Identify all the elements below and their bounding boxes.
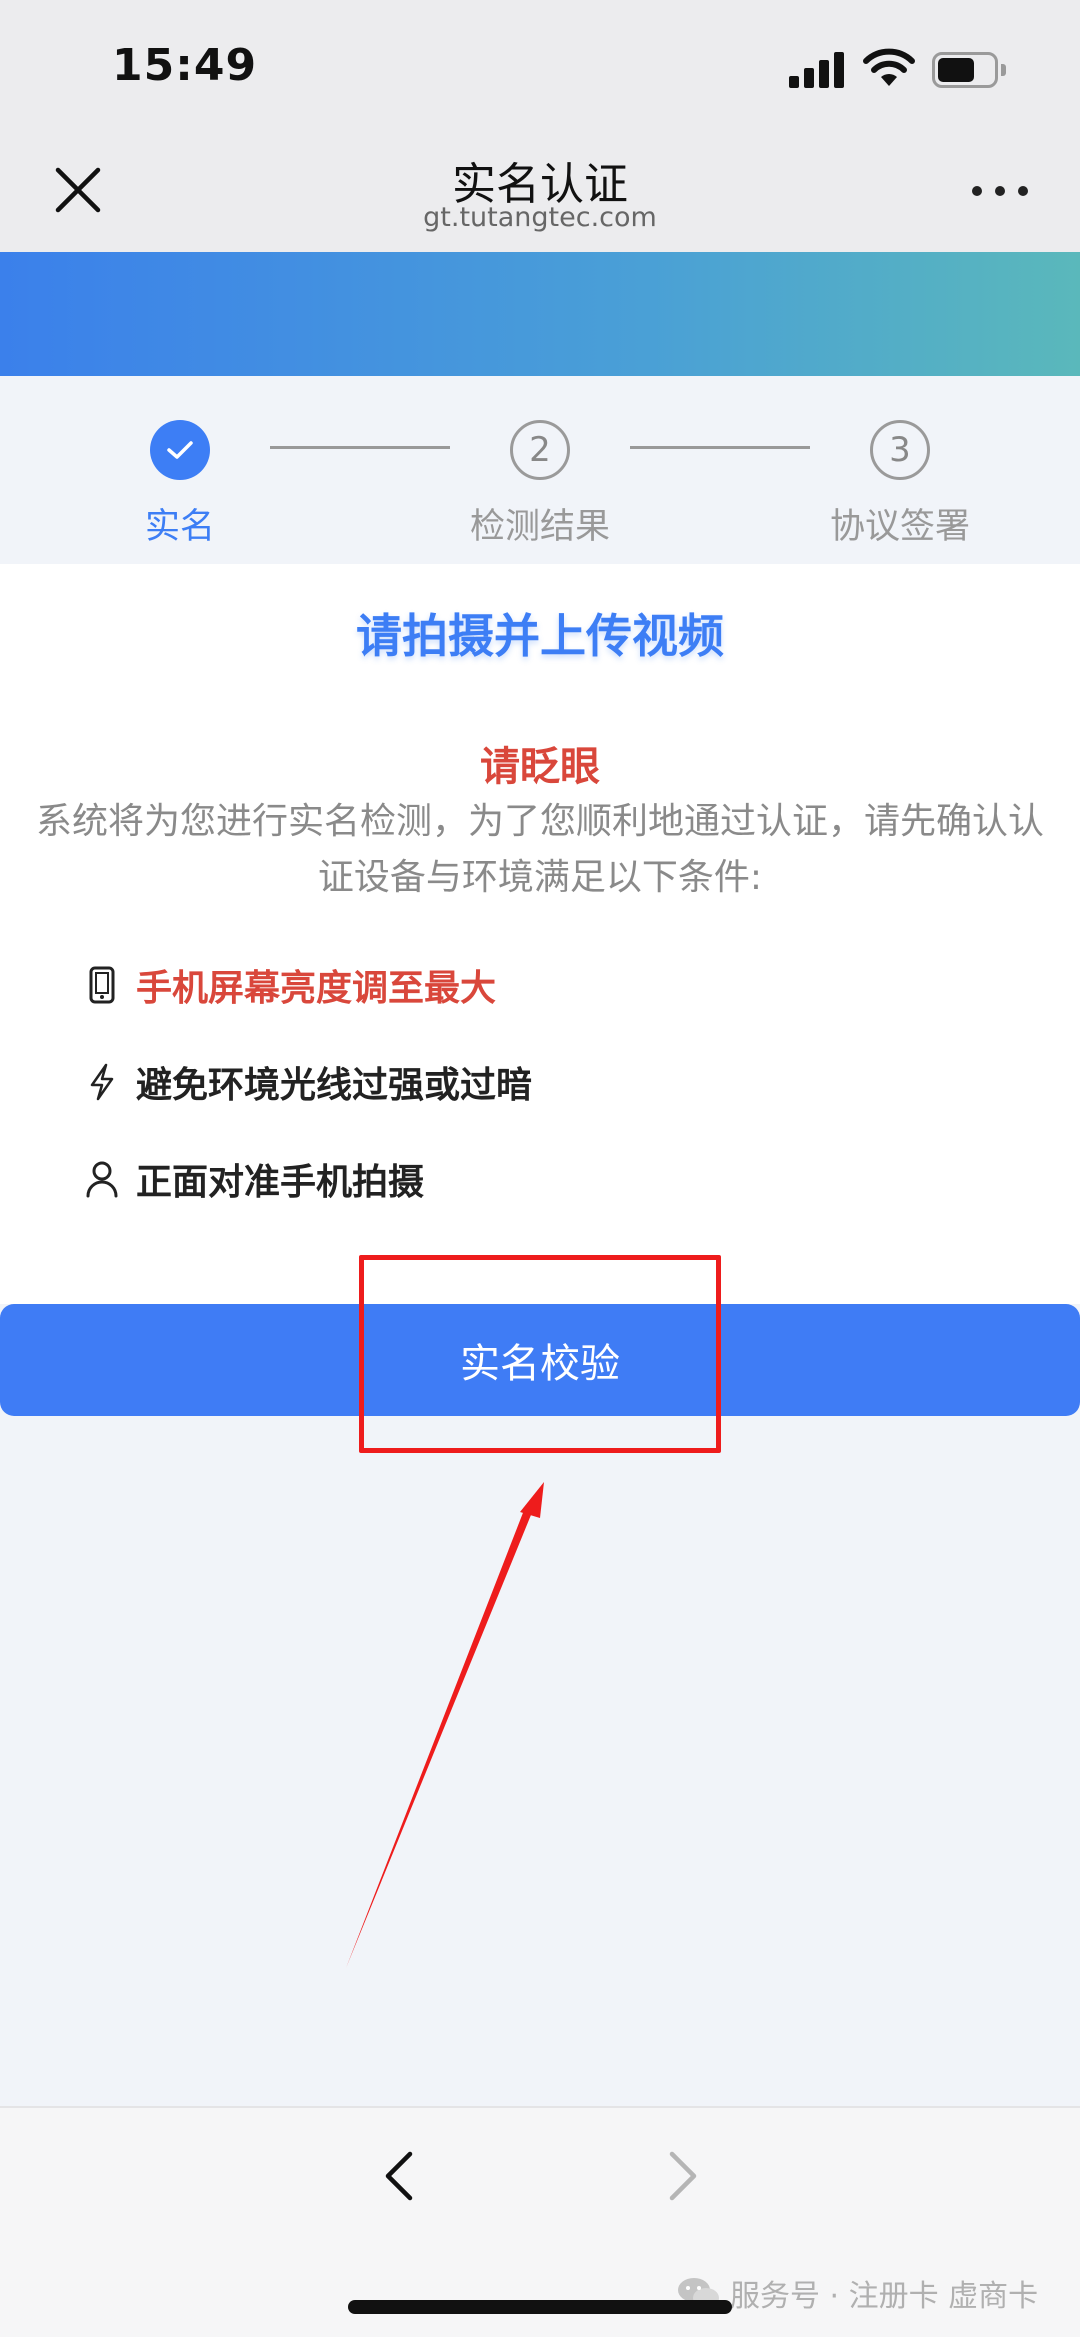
annotation-highlight-box bbox=[359, 1255, 721, 1453]
check-icon bbox=[150, 420, 210, 480]
condition-text: 正面对准手机拍摄 bbox=[136, 1162, 425, 1203]
wifi-icon bbox=[863, 48, 915, 86]
battery-icon bbox=[932, 52, 1006, 88]
status-time: 15:49 bbox=[112, 40, 258, 91]
step-connector bbox=[630, 446, 810, 449]
home-indicator[interactable] bbox=[348, 2300, 732, 2314]
header-banner bbox=[0, 252, 1080, 376]
forward-icon[interactable] bbox=[650, 2146, 710, 2206]
page-url: gt.tutangtec.com bbox=[423, 202, 657, 233]
back-icon[interactable] bbox=[372, 2146, 432, 2206]
step-number: 3 bbox=[870, 420, 930, 480]
watermark-text: 服务号 · 注册卡 虚商卡 bbox=[730, 2279, 1039, 2314]
section-heading: 请拍摄并上传视频 bbox=[356, 609, 724, 663]
condition-text: 避免环境光线过强或过暗 bbox=[136, 1065, 533, 1106]
step-connector bbox=[270, 446, 450, 449]
step-label: 实名 bbox=[144, 507, 215, 547]
step-agreement: 3 协议签署 bbox=[800, 420, 1000, 549]
step-realname: 实名 bbox=[80, 420, 280, 549]
condition-item: 避免环境光线过强或过暗 bbox=[82, 1057, 532, 1107]
condition-item: 手机屏幕亮度调至最大 bbox=[82, 960, 496, 1010]
blink-warning: 请眨眼 bbox=[480, 744, 600, 790]
signal-icon bbox=[789, 50, 845, 88]
description-text: 系统将为您进行实名检测，为了您顺利地通过认证，请先确认认证设备与环境满足以下条件… bbox=[35, 801, 1044, 898]
lightning-icon bbox=[82, 1062, 122, 1102]
instructions-card: 请拍摄并上传视频 请眨眼 系统将为您进行实名检测，为了您顺利地通过认证，请先确认… bbox=[0, 564, 1080, 1304]
step-result: 2 检测结果 bbox=[440, 420, 640, 549]
step-label: 检测结果 bbox=[469, 507, 610, 547]
screen: 15:49 实名认证 gt.tutangtec.com 实名 2 检测结果 3 … bbox=[0, 0, 1080, 2337]
person-icon bbox=[82, 1159, 122, 1199]
browser-header: 15:49 实名认证 gt.tutangtec.com bbox=[0, 0, 1080, 252]
condition-text: 手机屏幕亮度调至最大 bbox=[136, 968, 497, 1009]
phone-icon bbox=[82, 965, 122, 1005]
more-menu-icon[interactable] bbox=[972, 182, 1028, 200]
condition-item: 正面对准手机拍摄 bbox=[82, 1154, 424, 1204]
step-label: 协议签署 bbox=[829, 507, 970, 547]
step-number: 2 bbox=[510, 420, 570, 480]
progress-steps: 实名 2 检测结果 3 协议签署 bbox=[0, 376, 1080, 564]
